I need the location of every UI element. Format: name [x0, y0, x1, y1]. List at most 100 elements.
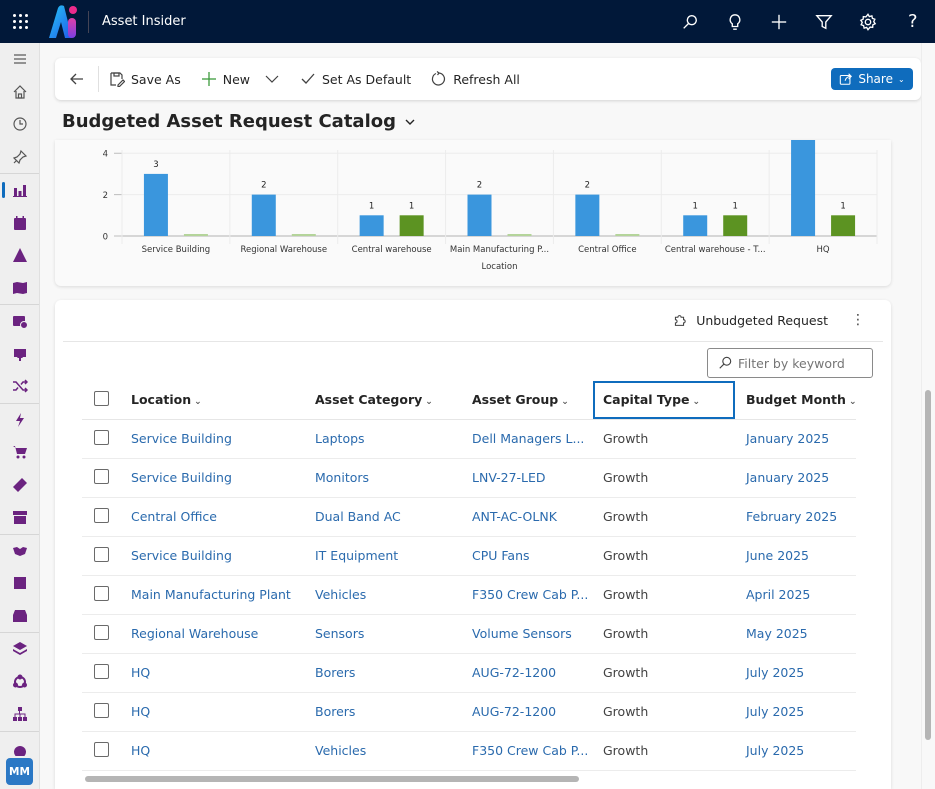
- asset-category-cell[interactable]: Sensors: [315, 614, 472, 654]
- asset-group-cell[interactable]: F350 Crew Cab P...: [472, 731, 593, 771]
- table-row[interactable]: Main Manufacturing Plant Vehicles F350 Cre…: [82, 575, 857, 615]
- table-row[interactable]: Central Office Dual Band AC ANT-AC-OLNK Gro…: [82, 497, 857, 537]
- table-row[interactable]: HQ Borers AUG-72-1200 Growth July 2025: [82, 653, 857, 693]
- sidebar-item-catalog[interactable]: [0, 567, 40, 600]
- asset-group-cell[interactable]: AUG-72-1200: [472, 653, 593, 693]
- table-row[interactable]: Service Building Monitors LNV-27-LED Growth…: [82, 458, 857, 498]
- share-button[interactable]: Share ⌄: [831, 68, 913, 90]
- column-header-asset-group[interactable]: Asset Group ⌄: [472, 381, 593, 420]
- asset-group-cell[interactable]: Volume Sensors: [472, 614, 593, 654]
- table-row[interactable]: Service Building Laptops Dell Managers L..…: [82, 419, 857, 459]
- asset-group-cell[interactable]: ANT-AC-OLNK: [472, 497, 593, 537]
- app-launcher-button[interactable]: [0, 0, 40, 43]
- location-cell[interactable]: Service Building: [131, 458, 315, 498]
- row-checkbox[interactable]: [94, 585, 109, 601]
- sidebar-item-purchasing[interactable]: [0, 436, 40, 469]
- asset-category-cell[interactable]: Vehicles: [315, 575, 472, 615]
- chevron-down-icon[interactable]: [264, 71, 280, 87]
- sidebar-item-map[interactable]: [0, 272, 40, 305]
- asset-group-cell[interactable]: CPU Fans: [472, 536, 593, 576]
- location-cell[interactable]: HQ: [131, 731, 315, 771]
- user-avatar[interactable]: MM: [6, 758, 33, 785]
- column-header-asset-category[interactable]: Asset Category ⌄: [315, 381, 472, 420]
- budget-month-cell[interactable]: July 2025: [735, 692, 857, 732]
- asset-group-cell[interactable]: F350 Crew Cab P...: [472, 575, 593, 615]
- sidebar-item-calendar[interactable]: [0, 207, 40, 240]
- budget-month-cell[interactable]: January 2025: [735, 419, 857, 459]
- column-header-location[interactable]: Location ⌄: [131, 381, 315, 420]
- asset-category-cell[interactable]: Monitors: [315, 458, 472, 498]
- table-row[interactable]: Service Building IT Equipment CPU Fans Grow…: [82, 536, 857, 576]
- view-selector[interactable]: Budgeted Asset Request Catalog: [62, 111, 416, 132]
- asset-category-cell[interactable]: Borers: [315, 692, 472, 732]
- asset-category-cell[interactable]: Vehicles: [315, 731, 472, 771]
- filter-keyword-field[interactable]: [707, 348, 873, 378]
- row-checkbox[interactable]: [94, 663, 109, 679]
- table-row[interactable]: HQ Borers AUG-72-1200 Growth July 2025: [82, 692, 857, 732]
- horizontal-scrollbar[interactable]: [85, 776, 579, 782]
- sidebar-item-layers[interactable]: [0, 633, 40, 666]
- row-checkbox[interactable]: [94, 468, 109, 484]
- column-header-capital-type[interactable]: Capital Type ⌄: [593, 381, 735, 420]
- budget-month-cell[interactable]: April 2025: [735, 575, 857, 615]
- more-options-button[interactable]: ⋮: [851, 312, 865, 328]
- row-checkbox[interactable]: [94, 624, 109, 640]
- sidebar-item-home[interactable]: [0, 76, 40, 109]
- sidebar-item-recent[interactable]: [0, 108, 40, 141]
- sidebar-item-contracts[interactable]: [0, 535, 40, 568]
- budget-month-cell[interactable]: June 2025: [735, 536, 857, 576]
- asset-category-cell[interactable]: Borers: [315, 653, 472, 693]
- filter-button[interactable]: [802, 0, 847, 43]
- asset-category-cell[interactable]: IT Equipment: [315, 536, 472, 576]
- location-cell[interactable]: Central Office: [131, 497, 315, 537]
- budget-month-cell[interactable]: May 2025: [735, 614, 857, 654]
- budget-month-cell[interactable]: February 2025: [735, 497, 857, 537]
- sidebar-menu-toggle[interactable]: [0, 43, 40, 76]
- table-row[interactable]: HQ Vehicles F350 Crew Cab P... Growth July 2…: [82, 731, 857, 771]
- refresh-all-button[interactable]: Refresh All: [421, 58, 530, 100]
- location-cell[interactable]: HQ: [131, 653, 315, 693]
- sidebar-item-tickets[interactable]: [0, 469, 40, 502]
- asset-category-cell[interactable]: Dual Band AC: [315, 497, 472, 537]
- asset-group-cell[interactable]: Dell Managers L...: [472, 419, 593, 459]
- location-cell[interactable]: Regional Warehouse: [131, 614, 315, 654]
- select-all-checkbox[interactable]: [94, 390, 109, 406]
- sidebar-item-requests[interactable]: [0, 338, 40, 371]
- sidebar-item-hierarchy[interactable]: [0, 698, 40, 731]
- ideas-button[interactable]: [713, 0, 758, 43]
- sidebar-item-energy[interactable]: [0, 404, 40, 437]
- vertical-scrollbar[interactable]: [925, 390, 931, 740]
- sidebar-item-inbox[interactable]: [0, 600, 40, 633]
- location-cell[interactable]: Service Building: [131, 419, 315, 459]
- asset-group-cell[interactable]: LNV-27-LED: [472, 458, 593, 498]
- location-cell[interactable]: Service Building: [131, 536, 315, 576]
- set-as-default-button[interactable]: Set As Default: [290, 58, 421, 100]
- save-as-button[interactable]: Save As: [99, 58, 191, 100]
- asset-group-cell[interactable]: AUG-72-1200: [472, 692, 593, 732]
- unbudgeted-request-button[interactable]: Unbudgeted Request: [673, 313, 828, 328]
- settings-button[interactable]: [846, 0, 891, 43]
- table-row[interactable]: Regional Warehouse Sensors Volume Sensors G…: [82, 614, 857, 654]
- budget-month-cell[interactable]: July 2025: [735, 731, 857, 771]
- new-button-top[interactable]: [757, 0, 802, 43]
- sidebar-item-dashboards[interactable]: [0, 174, 40, 207]
- budget-month-cell[interactable]: January 2025: [735, 458, 857, 498]
- asset-category-cell[interactable]: Laptops: [315, 419, 472, 459]
- location-cell[interactable]: HQ: [131, 692, 315, 732]
- row-checkbox[interactable]: [94, 702, 109, 718]
- sidebar-item-transfers[interactable]: [0, 370, 40, 403]
- sidebar-item-assets[interactable]: [0, 305, 40, 338]
- row-checkbox[interactable]: [94, 507, 109, 523]
- sidebar-item-lifecycle[interactable]: [0, 666, 40, 699]
- budget-month-cell[interactable]: July 2025: [735, 653, 857, 693]
- sidebar-item-vendors[interactable]: [0, 501, 40, 534]
- new-button[interactable]: New: [191, 58, 290, 100]
- filter-keyword-input[interactable]: [738, 355, 858, 371]
- column-header-budget-month[interactable]: Budget Month ⌄: [735, 381, 857, 420]
- sidebar-item-pinned[interactable]: [0, 141, 40, 174]
- search-button[interactable]: [668, 0, 713, 43]
- location-cell[interactable]: Main Manufacturing Plant: [131, 575, 315, 615]
- sidebar-item-alerts[interactable]: [0, 239, 40, 272]
- back-button[interactable]: [55, 66, 99, 92]
- row-checkbox[interactable]: [94, 741, 109, 757]
